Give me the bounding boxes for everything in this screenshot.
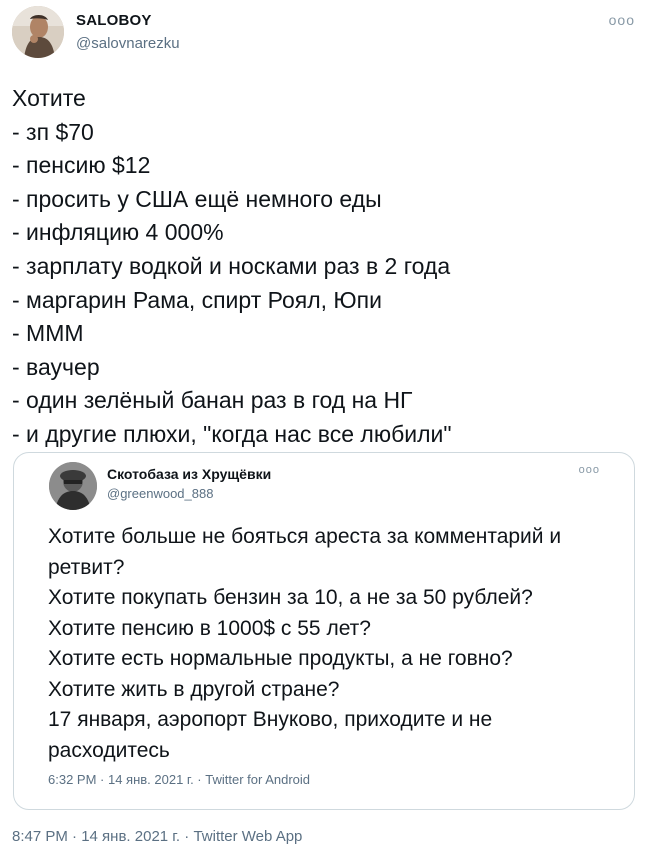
quoted-line: расходитесь: [48, 738, 170, 762]
tweet-meta: 8:47 PM · 14 янв. 2021 г. · Twitter Web …: [12, 828, 302, 845]
quoted-line: Хотите покупать бензин за 10, а не за 50…: [48, 586, 533, 609]
tweet-text: Хотите - зп $70 - пенсию $12 - просить у…: [12, 82, 637, 452]
quoted-tweet-meta: 6:32 PM · 14 янв. 2021 г. · Twitter for …: [48, 772, 311, 787]
quoted-line: Хотите есть нормальные продукты, а не го…: [48, 647, 513, 670]
tweet-line: - и другие плюхи, "когда нас все любили": [12, 420, 452, 447]
quoted-author-avatar: [49, 462, 97, 510]
quoted-line: 17 января, аэропорт Внуково, приходите и…: [48, 708, 493, 731]
quoted-line: Хотите больше не бояться ареста за комме…: [48, 525, 562, 548]
avatar-photo-icon: [49, 462, 97, 510]
tweet-line: - инфляцию 4 000%: [12, 219, 224, 246]
tweet-line: - зарплату водкой и носками раз в 2 года: [12, 252, 451, 279]
tweet-line: - зп $70: [12, 118, 94, 145]
tweet-line: - просить у США ещё немного еды: [12, 185, 382, 212]
quoted-author-name: Скотобаза из Хрущёвки: [107, 466, 272, 482]
tweet-line: - пенсию $12: [12, 152, 151, 179]
tweet-source-link[interactable]: Twitter Web App: [193, 828, 302, 845]
tweet: SALOBOY @salovnarezku ooo Хотите - зп $7…: [0, 0, 649, 858]
quoted-author-handle: @greenwood_888: [107, 486, 214, 501]
tweet-line: - ваучер: [12, 353, 100, 380]
more-horizontal-icon[interactable]: ooo: [609, 12, 635, 28]
avatar-photo-icon: [12, 6, 64, 58]
author-name[interactable]: SALOBOY: [76, 12, 152, 29]
quoted-line: ретвит?: [48, 555, 125, 579]
author-avatar[interactable]: [12, 6, 64, 58]
tweet-line: Хотите: [12, 85, 86, 111]
more-horizontal-icon: ooo: [578, 464, 600, 476]
author-handle[interactable]: @salovnarezku: [76, 35, 180, 52]
tweet-line: - один зелёный банан раз в год на НГ: [12, 387, 413, 414]
quoted-tweet-text: Хотите больше не бояться ареста за комме…: [48, 522, 618, 766]
quoted-line: Хотите жить в другой стране?: [48, 677, 340, 701]
tweet-line: - МММ: [12, 320, 84, 347]
tweet-timestamp[interactable]: 8:47 PM · 14 янв. 2021 г. ·: [12, 828, 193, 845]
tweet-line: - маргарин Рама, спирт Роял, Юпи: [12, 286, 382, 313]
quoted-tweet[interactable]: Скотобаза из Хрущёвки @greenwood_888 ooo…: [13, 452, 635, 810]
quoted-line: Хотите пенсию в 1000$ с 55 лет?: [48, 616, 371, 640]
